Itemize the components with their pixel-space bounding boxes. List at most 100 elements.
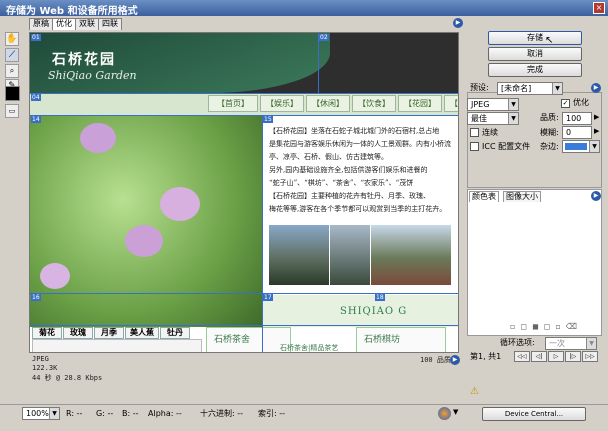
tab-image-size[interactable]: 图像大小 <box>503 191 541 202</box>
slice-line <box>30 293 458 294</box>
flower-blossom <box>160 187 200 221</box>
optimize-checkbox[interactable]: ✓ <box>561 99 570 108</box>
nav-food[interactable]: 【饮食】 <box>352 95 396 112</box>
matte-select[interactable]: ▼ <box>562 140 600 153</box>
logo-chinese: 石桥花园 <box>52 52 116 68</box>
boardwalk-photo <box>371 225 451 285</box>
tab-canna[interactable]: 美人蕉 <box>125 327 159 339</box>
quality-label: 品质: <box>540 113 559 122</box>
intro-text-line: 梅花等等,游客在各个季节都可以观赏到当季的主打花卉。 <box>269 205 447 213</box>
tab-original[interactable]: 原稿 <box>29 18 53 30</box>
color-table-panel <box>467 189 602 336</box>
frame-counter: 第1, 共1 <box>470 352 502 361</box>
intro-text-line: 【石桥花园】主要种植的花卉有牡丹、月季、玫瑰、 <box>269 192 430 200</box>
red-readout: R: -- <box>66 409 83 418</box>
toggle-slices-icon[interactable]: ▭ <box>5 104 19 118</box>
zoom-select[interactable]: 100% ▼ <box>22 407 60 420</box>
quality-value: 100 <box>566 114 582 123</box>
slice-number[interactable]: 15 <box>263 116 273 123</box>
slice-number[interactable]: 01 <box>31 34 41 41</box>
chevron-down-icon: ▼ <box>49 408 59 419</box>
loop-options-select[interactable]: 一次 ▼ <box>545 337 597 350</box>
browser-preview-icon[interactable] <box>438 407 451 420</box>
status-quality: 100 品质 <box>420 356 451 364</box>
status-menu-icon[interactable]: ▶ <box>450 355 460 365</box>
garden-photo <box>330 225 370 285</box>
hex-readout: 十六进制: -- <box>200 409 244 418</box>
slice-number[interactable]: 18 <box>375 294 385 301</box>
quality-level-value: 最佳 <box>471 114 487 123</box>
tab-china-rose[interactable]: 月季 <box>94 327 124 339</box>
zoom-tool-icon[interactable]: ⌕ <box>5 64 19 78</box>
zoom-value: 100% <box>26 409 49 418</box>
matte-label: 杂边: <box>540 142 559 151</box>
tea-house-link[interactable]: 石桥茶舍|精品茶艺 <box>280 343 338 352</box>
nav-home[interactable]: 【首页】 <box>208 95 258 112</box>
done-button[interactable]: 完成 <box>488 63 582 77</box>
settings-menu-icon[interactable]: ▶ <box>591 83 601 93</box>
mouse-cursor-icon: ↖ <box>545 35 554 46</box>
file-format-value: JPEG <box>471 100 490 109</box>
status-download-time: 44 秒 @ 28.8 Kbps <box>32 374 103 382</box>
nav-leisure[interactable]: 【休闲】 <box>306 95 350 112</box>
cancel-button[interactable]: 取消 <box>488 47 582 61</box>
save-button[interactable]: 存储 <box>488 31 582 45</box>
window-title-bar: 存储为 Web 和设备所用格式 <box>0 0 608 17</box>
matte-color-swatch <box>565 143 587 150</box>
icc-profile-checkbox[interactable] <box>470 142 479 151</box>
nav-entertainment[interactable]: 【娱乐】 <box>260 95 304 112</box>
chevron-down-icon: ▼ <box>552 83 562 94</box>
tab-rose[interactable]: 玫瑰 <box>63 327 93 339</box>
progressive-checkbox[interactable] <box>470 128 479 137</box>
device-central-button[interactable]: Device Central... <box>482 407 586 421</box>
green-readout: G: -- <box>96 409 114 418</box>
tab-4up[interactable]: 四联 <box>98 18 122 30</box>
eyedropper-color-swatch[interactable] <box>5 86 20 101</box>
preview-menu-icon[interactable]: ▶ <box>453 18 463 28</box>
tab-peony[interactable]: 牡丹 <box>160 327 190 339</box>
blur-slider-arrow-icon[interactable]: ▶ <box>594 127 599 135</box>
bridge-photo <box>269 225 329 285</box>
quality-slider-arrow-icon[interactable]: ▶ <box>594 113 599 121</box>
browser-menu-icon[interactable]: ▼ <box>453 408 458 416</box>
next-frame-icon[interactable]: |▷ <box>565 351 581 362</box>
quality-level-select[interactable]: 最佳 ▼ <box>467 112 519 125</box>
loop-options-value: 一次 <box>549 339 565 348</box>
warning-icon: ⚠ <box>470 386 479 397</box>
blur-input[interactable]: 0 <box>562 126 592 139</box>
quality-input[interactable]: 100 <box>562 112 592 125</box>
intro-text-line: 亭、凉亭、石桥、假山、仿古建筑等。 <box>269 153 388 161</box>
tab-color-table[interactable]: 颜色表 <box>469 191 499 202</box>
slice-number[interactable]: 02 <box>319 34 329 41</box>
close-window-button[interactable]: × <box>593 2 605 14</box>
file-format-select[interactable]: JPEG ▼ <box>467 98 519 111</box>
previous-frame-icon[interactable]: ◁| <box>531 351 547 362</box>
blur-label: 模糊: <box>540 128 559 137</box>
intro-text-line: 是集花园与游客娱乐休闲为一体的人工景观群。内有小桥流 <box>269 140 451 148</box>
color-table-toolbar[interactable]: ▫◻◼◻▫⌫ <box>510 322 582 331</box>
slice-line <box>30 325 458 326</box>
slice-number[interactable]: 04 <box>31 94 41 101</box>
chevron-down-icon: ▼ <box>508 99 518 110</box>
slice-number[interactable]: 17 <box>263 294 273 301</box>
play-icon[interactable]: ▷ <box>548 351 564 362</box>
chevron-down-icon: ▼ <box>589 141 599 152</box>
nav-garden[interactable]: 【花园】 <box>398 95 442 112</box>
preset-select[interactable]: [未命名] ▼ <box>497 82 563 95</box>
slice-select-tool-icon[interactable]: ⟋ <box>5 48 19 62</box>
preview-canvas[interactable]: 石桥花园 ShiQiao Garden 【首页】 【娱乐】 【休闲】 【饮食】 … <box>29 32 459 353</box>
flower-blossom <box>40 263 70 289</box>
index-readout: 索引: -- <box>258 409 286 418</box>
tab-optimized[interactable]: 优化 <box>52 18 76 30</box>
hand-tool-icon[interactable]: ✋ <box>5 32 19 46</box>
tea-house-label: 石桥茶舍 <box>214 335 251 345</box>
first-frame-icon[interactable]: ◁◁ <box>514 351 530 362</box>
tab-chrysanthemum[interactable]: 菊花 <box>32 327 62 339</box>
tab-2up[interactable]: 双联 <box>75 18 99 30</box>
color-table-menu-icon[interactable]: ▶ <box>591 191 601 201</box>
last-frame-icon[interactable]: ▷▷ <box>582 351 598 362</box>
nav-more[interactable]: 【 <box>444 95 458 112</box>
slice-number[interactable]: 16 <box>31 294 41 301</box>
slice-number[interactable]: 14 <box>31 116 41 123</box>
chevron-down-icon: ▼ <box>586 338 596 349</box>
